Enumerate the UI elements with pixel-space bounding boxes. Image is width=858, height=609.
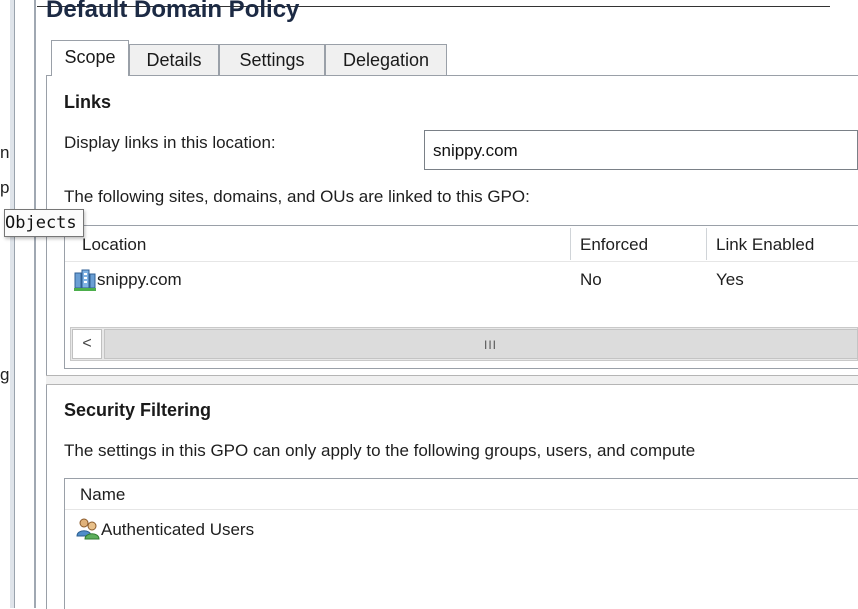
column-header-location[interactable]: Location: [82, 235, 146, 255]
left-pane-text-fragment: p: [0, 178, 10, 197]
security-filtering-heading: Security Filtering: [64, 400, 212, 420]
scroll-left-button[interactable]: <: [72, 329, 102, 359]
pane-splitter[interactable]: [10, 0, 15, 608]
scroll-grip-icon: III: [484, 338, 498, 352]
links-description: The following sites, domains, and OUs ar…: [64, 187, 530, 206]
display-links-location-dropdown[interactable]: snippy.com: [424, 130, 858, 170]
tooltip: Objects: [4, 209, 84, 237]
domain-icon: [74, 269, 96, 291]
link-enforced: No: [580, 270, 602, 289]
column-divider[interactable]: [706, 228, 707, 260]
section-splitter[interactable]: [46, 375, 858, 385]
column-header-name[interactable]: Name: [80, 485, 125, 505]
scroll-thumb[interactable]: [104, 329, 858, 359]
column-header-enforced[interactable]: Enforced: [580, 235, 648, 255]
tab-settings[interactable]: Settings: [219, 44, 325, 75]
tab-scope[interactable]: Scope: [51, 40, 129, 76]
link-enabled: Yes: [716, 270, 744, 289]
tab-delegation[interactable]: Delegation: [325, 44, 447, 75]
column-header-link-enabled[interactable]: Link Enabled: [716, 235, 814, 255]
column-divider[interactable]: [570, 228, 571, 260]
group-name: Authenticated Users: [101, 520, 255, 539]
left-pane-text-fragment: n: [0, 143, 10, 162]
link-location: snippy.com: [97, 270, 182, 289]
left-pane-text-fragment: g: [0, 365, 10, 384]
table-row[interactable]: snippy.com No Yes: [65, 263, 858, 297]
tab-details[interactable]: Details: [129, 44, 219, 75]
header-separator: [65, 509, 858, 510]
display-links-label: Display links in this location:: [64, 133, 276, 152]
security-filtering-description: The settings in this GPO can only apply …: [64, 441, 696, 460]
table-row[interactable]: Authenticated Users: [65, 512, 858, 546]
header-separator: [65, 261, 858, 262]
page-title: Default Domain Policy: [46, 0, 300, 23]
links-heading: Links: [64, 92, 112, 112]
